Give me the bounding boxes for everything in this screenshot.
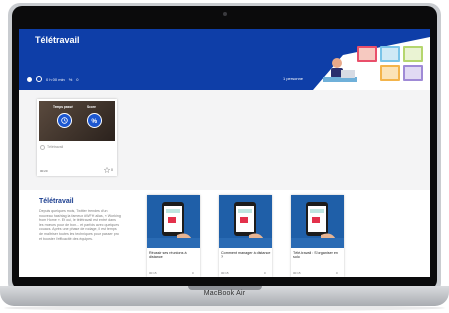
time-spent-value: 0 h 00 min bbox=[46, 76, 65, 82]
lesson-title: Télé-travail : S'organiser en solo bbox=[293, 251, 338, 260]
camera-icon bbox=[223, 12, 227, 16]
participants-count: 1 personne bbox=[283, 76, 304, 81]
time-spent-label: Temps passé bbox=[53, 105, 73, 109]
star-icon[interactable] bbox=[104, 167, 110, 173]
clock-icon bbox=[36, 76, 42, 82]
course-header: Télétravail 0 h 00 min % 0 1 personne bbox=[19, 29, 430, 90]
likes-count: 0 bbox=[111, 168, 113, 172]
score-value: 0 bbox=[76, 76, 79, 82]
status-dot-icon bbox=[27, 76, 32, 82]
percent-icon: % bbox=[68, 76, 73, 82]
lesson-card[interactable]: Comment manager à distance ? 00:15 0 bbox=[219, 195, 272, 277]
lesson-duration: 00:15 bbox=[149, 271, 157, 275]
phone-illustration bbox=[219, 195, 272, 248]
phone-illustration bbox=[291, 195, 344, 248]
lesson-duration: 00:15 bbox=[293, 271, 301, 275]
section-title: Télétravail bbox=[39, 198, 74, 205]
completion-radio[interactable] bbox=[40, 145, 45, 150]
lesson-card[interactable]: Réussir ses réunions à distance 00:15 0 bbox=[147, 195, 200, 277]
percent-icon: % bbox=[87, 113, 102, 128]
remote-work-illustration bbox=[313, 37, 430, 90]
lesson-likes: 0 bbox=[336, 271, 338, 275]
page-title: Télétravail bbox=[35, 35, 80, 45]
app-screen: Télétravail 0 h 00 min % 0 1 personne Te… bbox=[19, 29, 430, 277]
module-card-subtitle: Télétravail bbox=[47, 145, 64, 149]
lesson-title: Comment manager à distance ? bbox=[221, 251, 271, 260]
phone-illustration bbox=[147, 195, 200, 248]
svg-text:%: % bbox=[91, 118, 97, 124]
clock-icon bbox=[57, 113, 72, 128]
lesson-likes: 0 bbox=[264, 271, 266, 275]
score-label: Score bbox=[87, 105, 96, 109]
lesson-likes: 0 bbox=[192, 271, 194, 275]
course-meta: 0 h 00 min % 0 bbox=[27, 76, 78, 82]
course-section: Télétravail Depuis quelques mois, Twitte… bbox=[19, 190, 430, 277]
module-duration: 00:20 bbox=[40, 169, 48, 173]
module-card[interactable]: Temps passé Score % Télétravail 00:20 0 bbox=[37, 99, 117, 176]
laptop-brand: MacBook Air bbox=[203, 290, 246, 297]
lesson-duration: 00:15 bbox=[221, 271, 229, 275]
lesson-card[interactable]: Télé-travail : S'organiser en solo 00:15… bbox=[291, 195, 344, 277]
module-card-image: Temps passé Score % bbox=[39, 101, 115, 141]
section-description: Depuis quelques mois, Twitter trendes d'… bbox=[39, 209, 121, 241]
lesson-title: Réussir ses réunions à distance bbox=[149, 251, 187, 260]
